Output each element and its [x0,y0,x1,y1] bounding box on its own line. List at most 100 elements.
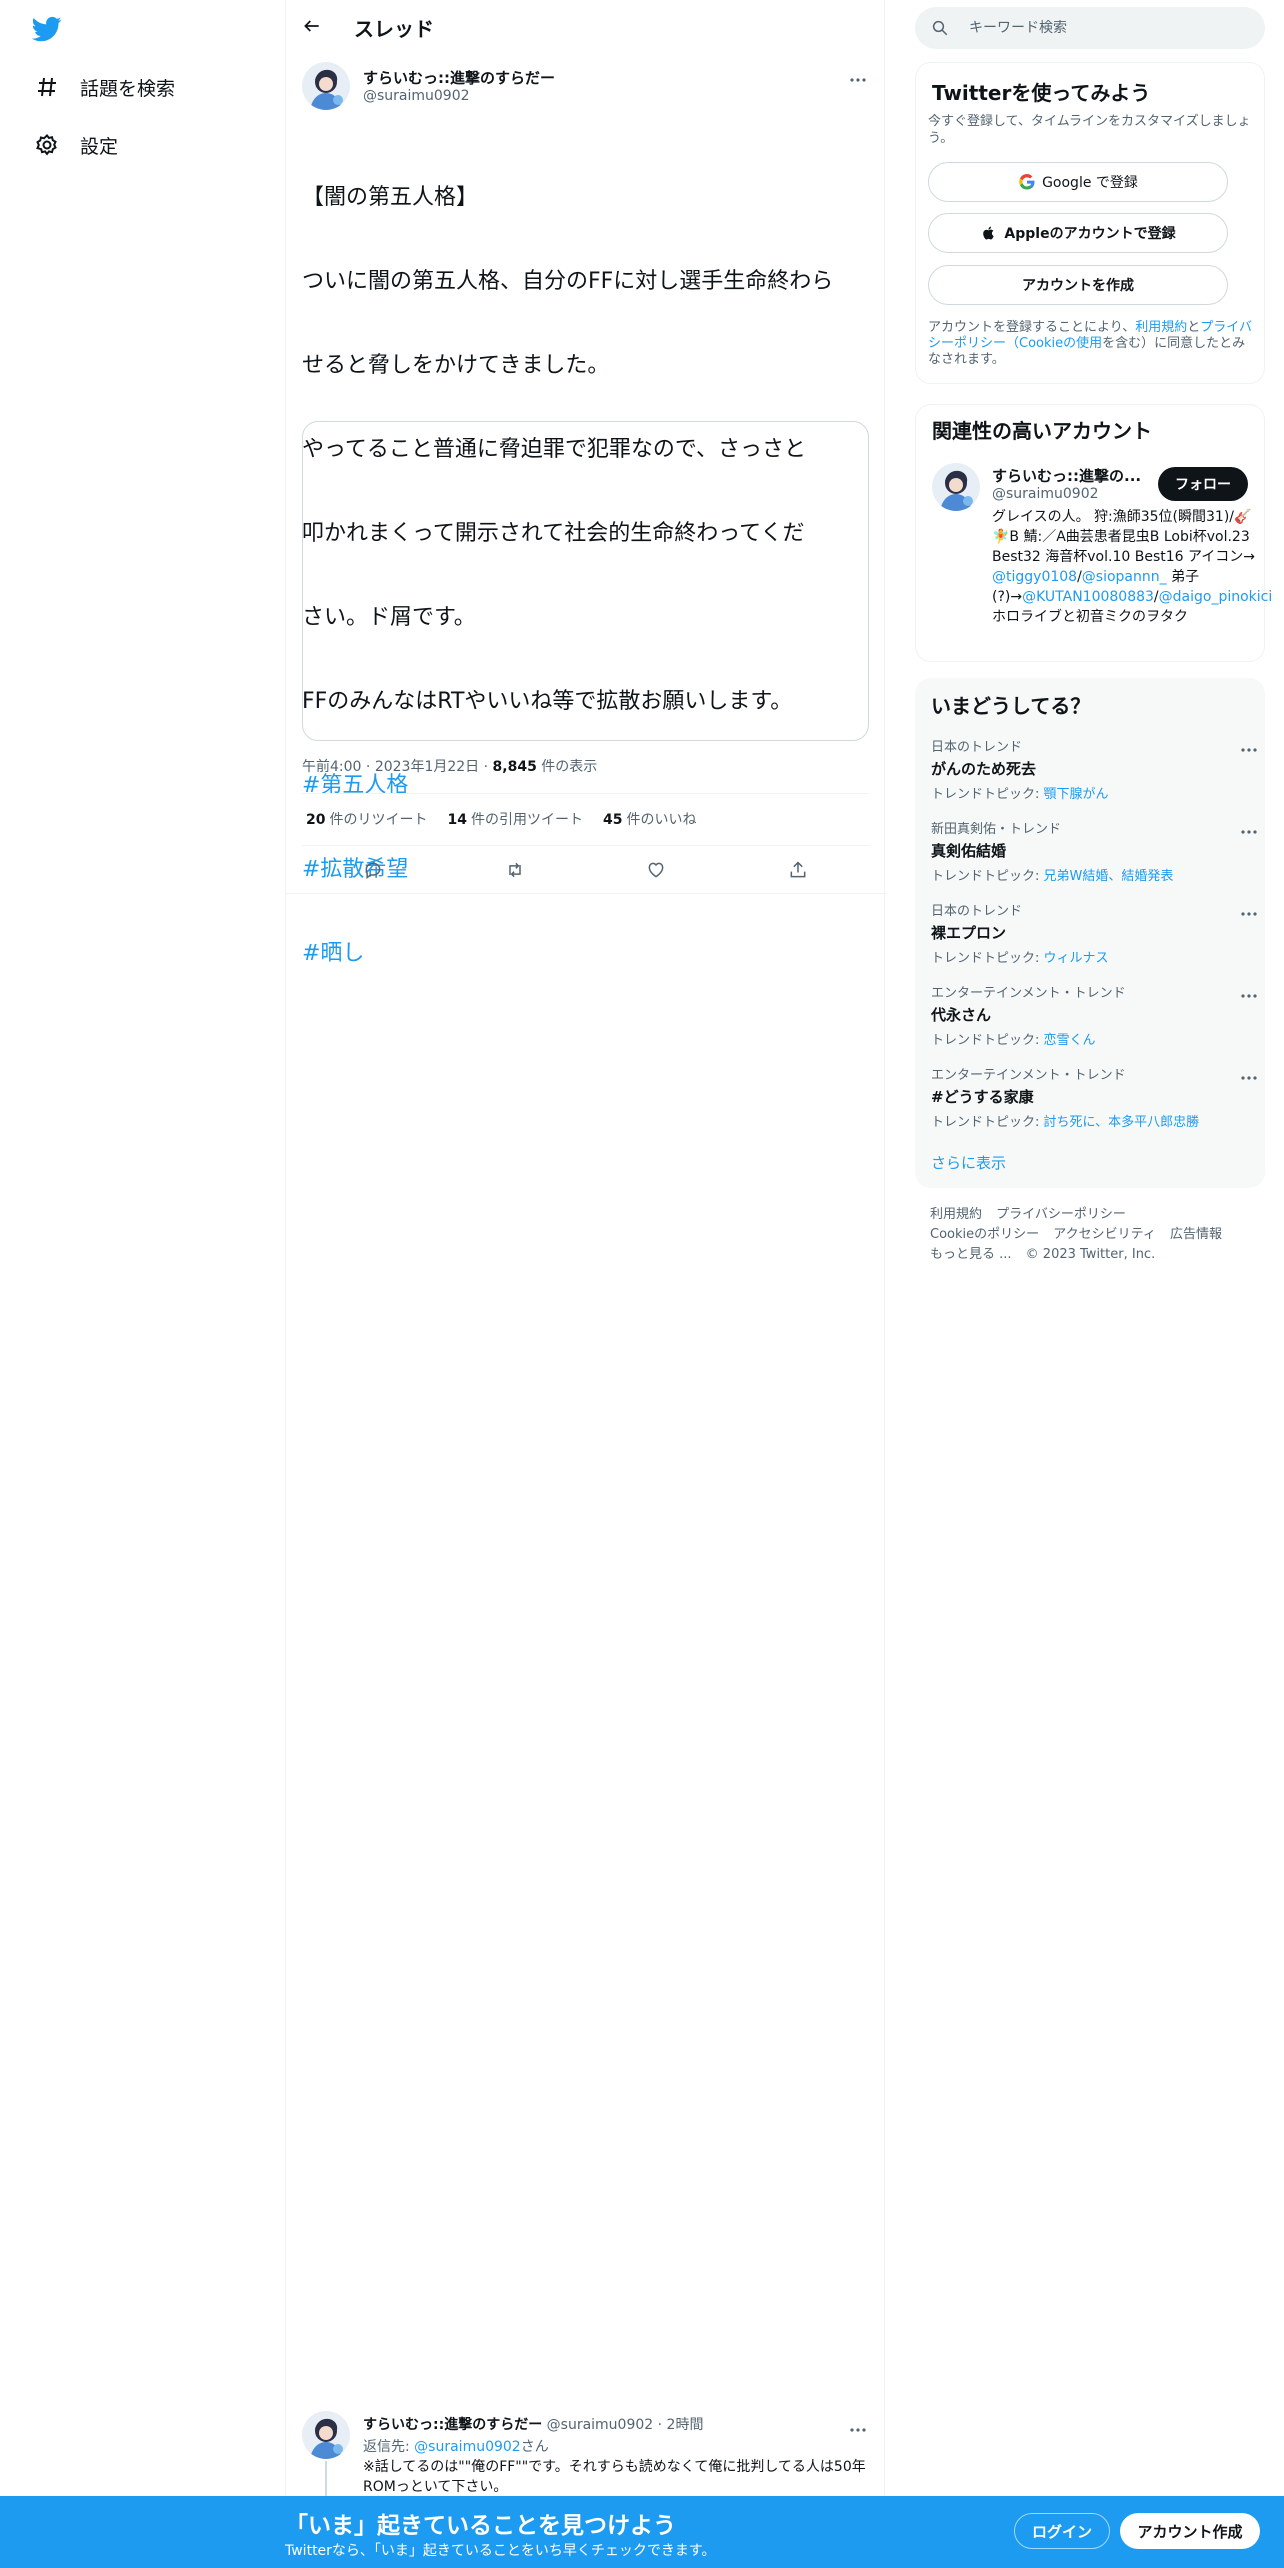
tweet-date[interactable]: 2023年1月22日 [375,759,479,775]
trend-item[interactable]: エンターテインメント・トレンド #どうする家康 トレンドトピック: 討ち死に、本… [931,1064,1257,1130]
bio-mention[interactable]: @daigo_pinokici [1159,589,1273,605]
separator: · [657,2417,663,2433]
trend-topic-link[interactable]: 討ち死に、本多平八郎忠勝 [1044,1115,1200,1130]
trend-topic-link[interactable]: 恋雪くん [1044,1033,1096,1048]
trend-topic-link[interactable]: 兄弟W結婚、結婚発表 [1044,869,1174,884]
google-signup-button[interactable]: Google で登録 [928,162,1228,202]
views-label: 件の表示 [541,759,598,775]
search-icon [931,19,949,37]
google-signup-label: Google で登録 [1042,175,1138,191]
quotes-count: 14 [447,812,467,828]
footer-terms-link[interactable]: 利用規約 [930,1207,982,1222]
terms-text: アカウントを登録することにより、利用規約とプライバシーポリシー（Cookieの使… [928,320,1253,368]
reply-to: 返信先: @suraimu0902さん [363,2436,549,2456]
retweets-count: 20 [306,812,326,828]
search-box[interactable] [915,7,1265,49]
signup-button[interactable]: アカウント作成 [1120,2513,1260,2549]
reply-to-handle[interactable]: @suraimu0902 [414,2439,521,2455]
hashtag-link[interactable]: #晒し [302,940,877,968]
trend-topic-link[interactable]: ウィルナス [1044,951,1109,966]
avatar[interactable] [932,463,980,511]
quotes-stat[interactable]: 14 件の引用ツイート [447,809,582,829]
more-options-icon[interactable] [848,2418,868,2432]
nav-label-settings: 設定 [80,135,119,158]
more-options-icon[interactable] [1239,738,1259,752]
tweet-line: 【闇の第五人格】 [302,185,479,210]
create-account-button[interactable]: アカウントを作成 [928,265,1228,305]
show-more-link[interactable]: さらに表示 [931,1152,1006,1173]
left-navigation: 話題を検索 設定 [0,0,285,2568]
gear-icon [34,132,60,158]
nav-item-explore[interactable]: 話題を検索 [34,67,175,107]
trend-name: #どうする家康 [931,1088,1034,1106]
avatar[interactable] [302,62,350,110]
follow-button[interactable]: フォロー [1158,467,1248,501]
more-options-icon[interactable] [1239,902,1259,916]
more-options-icon[interactable] [1239,820,1259,834]
trend-topic-link[interactable]: 顎下腺がん [1044,787,1109,802]
retweets-stat[interactable]: 20 件のリツイート [306,809,427,829]
footer-privacy-link[interactable]: プライバシーポリシー [996,1207,1126,1222]
trend-name: がんのため死去 [931,760,1037,778]
main-column: スレッド すらいむっ::進撃のすらだー @suraimu0902 【闇の第五人格… [285,0,886,2568]
apple-signup-button[interactable]: Appleのアカウントで登録 [928,213,1228,253]
bio-mention[interactable]: @tiggy0108 [992,569,1077,585]
relevant-panel-title: 関連性の高いアカウント [932,419,1152,443]
trend-item[interactable]: 新田真剣佑・トレンド 真剣佑結婚 トレンドトピック: 兄弟W結婚、結婚発表 [931,818,1257,884]
terms-link[interactable]: 利用規約 [1135,320,1187,335]
tweet-author-handle[interactable]: @suraimu0902 [363,88,470,104]
retweets-label: 件のリツイート [329,812,428,828]
signup-bottom-bar: 「いま」起きていることを見つけよう Twitterなら、「いま」起きていることを… [0,2496,1284,2568]
tweet-time[interactable]: 午前4:00 [302,759,361,775]
bio-mention[interactable]: @KUTAN10080883 [1022,589,1154,605]
login-button[interactable]: ログイン [1014,2513,1110,2549]
twitter-logo-icon[interactable] [30,14,66,44]
tweet-stats: 20 件のリツイート 14 件の引用ツイート 45 件のいいね [306,809,696,829]
trend-topic: トレンドトピック: 恋雪くん [931,1029,1251,1048]
trend-name: 真剣佑結婚 [931,842,1007,860]
trends-panel: いまどうしてる？ 日本のトレンド がんのため死去 トレンドトピック: 顎下腺がん… [915,678,1265,1188]
tweet-actions [302,855,869,885]
relevant-account-handle[interactable]: @suraimu0902 [992,486,1099,502]
google-icon [1018,173,1036,191]
trends-panel-title: いまどうしてる？ [931,694,1091,718]
reply-author-name[interactable]: すらいむっ::進撃のすらだー [363,2417,542,2433]
reply-icon[interactable] [362,859,384,881]
like-icon[interactable] [645,859,667,881]
likes-stat[interactable]: 45 件のいいね [603,809,696,829]
divider [286,893,886,894]
trend-item[interactable]: エンターテインメント・トレンド 代永さん トレンドトピック: 恋雪くん [931,982,1257,1048]
footer-accessibility-link[interactable]: アクセシビリティ [1053,1227,1156,1242]
reply-to-suffix: さん [520,2439,549,2455]
search-input[interactable] [969,20,1249,36]
more-options-icon[interactable] [1239,1066,1259,1080]
hashtag-link[interactable]: #第五人格 [302,772,877,800]
reply-time[interactable]: 2時間 [667,2417,704,2433]
trend-item[interactable]: 日本のトレンド 裸エプロン トレンドトピック: ウィルナス [931,900,1257,966]
reply-author-handle[interactable]: @suraimu0902 [547,2417,654,2433]
more-options-icon[interactable] [848,68,868,82]
bottom-bar-subtitle: Twitterなら、「いま」起きていることをいち早くチェックできます。 [285,2543,716,2559]
back-arrow-icon[interactable] [302,16,324,38]
share-icon[interactable] [787,859,809,881]
footer-more-link[interactable]: もっと見る ... [930,1247,1012,1262]
trend-category: 日本のトレンド [931,904,1023,919]
trend-item[interactable]: 日本のトレンド がんのため死去 トレンドトピック: 顎下腺がん [931,736,1257,802]
tweet-media[interactable] [302,421,869,741]
relevant-accounts-panel: 関連性の高いアカウント すらいむっ::進撃の... @suraimu0902 フ… [915,404,1272,662]
trend-topic: トレンドトピック: 顎下腺がん [931,783,1251,802]
footer-ads-link[interactable]: 広告情報 [1170,1227,1222,1242]
quotes-label: 件の引用ツイート [470,812,583,828]
avatar[interactable] [302,2411,350,2459]
relevant-account-name[interactable]: すらいむっ::進撃の... [992,465,1142,486]
footer-cookie-link[interactable]: Cookieのポリシー [930,1227,1039,1242]
trend-topic-label: トレンドトピック: [931,951,1044,966]
more-options-icon[interactable] [1239,984,1259,998]
retweet-icon[interactable] [504,859,526,881]
tweet-author-name[interactable]: すらいむっ::進撃のすらだー [363,67,555,88]
divider [302,793,869,794]
trend-category: 新田真剣佑・トレンド [931,822,1062,837]
footer-links: 利用規約 プライバシーポリシー Cookieのポリシー アクセシビリティ 広告情… [930,1205,1250,1265]
nav-item-settings[interactable]: 設定 [34,125,118,165]
bio-mention[interactable]: @siopannn_ [1082,569,1167,585]
